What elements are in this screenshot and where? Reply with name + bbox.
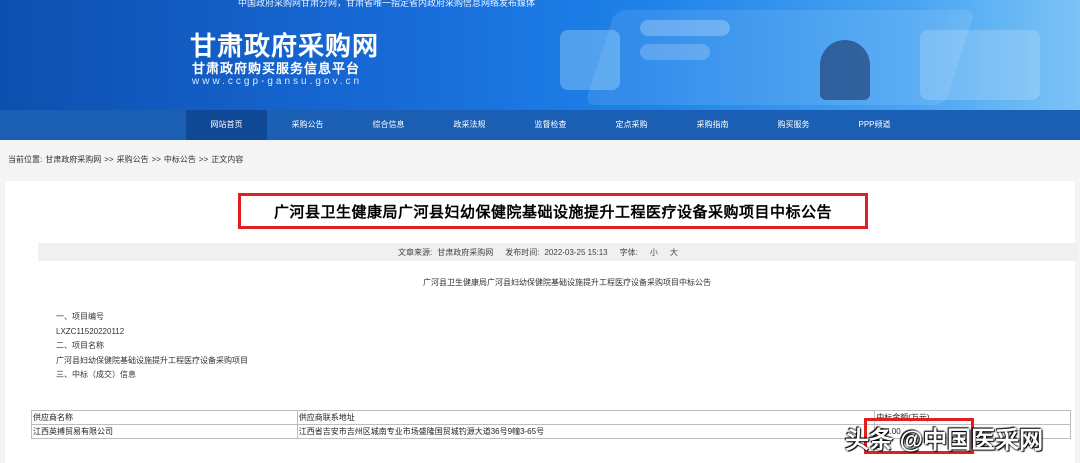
- header-notice: 中国政府采购网甘肃分网，甘肃省唯一指定省内政府采购信息网络发布媒体: [238, 0, 536, 8]
- project-number: LXZC11520220112: [56, 326, 125, 336]
- banner-decoration: [640, 44, 710, 60]
- table-header-cell: 供应商联系地址: [296, 410, 876, 425]
- project-name: 广河县妇幼保健院基础设施提升工程医疗设备采购项目: [56, 355, 248, 365]
- nav-item-supervision[interactable]: 监督检查: [510, 110, 591, 140]
- article-subtitle: 广河县卫生健康局广河县妇幼保健院基础设施提升工程医疗设备采购项目中标公告: [423, 278, 711, 287]
- watermark: 头条 @中国医采网: [845, 427, 1044, 454]
- site-url: www.ccgp-gansu.gov.cn: [192, 76, 363, 87]
- nav-item-service-purchase[interactable]: 购买服务: [753, 110, 834, 140]
- nav-item-general-info[interactable]: 综合信息: [348, 110, 429, 140]
- article-title-highlight: 广河县卫生健康局广河县妇幼保健院基础设施提升工程医疗设备采购项目中标公告: [238, 193, 868, 229]
- section-heading: 三、中标（成交）信息: [56, 370, 136, 379]
- table-header-cell: 供应商名称: [31, 410, 298, 425]
- breadcrumb: 当前位置: 甘肃政府采购网 >> 采购公告 >> 中标公告 >> 正文内容: [0, 140, 1080, 180]
- nav-item-designated-procurement[interactable]: 定点采购: [591, 110, 672, 140]
- nav-item-home[interactable]: 网站首页: [186, 110, 267, 140]
- main-nav: 网站首页 采购公告 综合信息 政采法规 监督检查 定点采购 采购指南 购买服务 …: [0, 110, 1080, 140]
- supplier-address-cell: 江西省吉安市吉州区城南专业市场盛隆国贸城钓源大道36号9幢3-65号: [296, 424, 876, 439]
- meta-source: 甘肃政府采购网: [437, 247, 494, 257]
- breadcrumb-link-home[interactable]: 甘肃政府采购网: [45, 140, 101, 180]
- article-title: 广河县卫生健康局广河县妇幼保健院基础设施提升工程医疗设备采购项目中标公告: [273, 203, 832, 221]
- nav-item-regulations[interactable]: 政采法规: [429, 110, 510, 140]
- breadcrumb-link-procurement[interactable]: 采购公告: [117, 140, 149, 180]
- meta-time-label: 发布时间:: [505, 247, 540, 257]
- breadcrumb-separator: >>: [198, 155, 209, 164]
- section-heading: 二、项目名称: [56, 341, 104, 350]
- supplier-name-cell: 江西英搏贸易有限公司: [31, 424, 298, 439]
- breadcrumb-current: 正文内容: [211, 155, 244, 164]
- meta-font-label: 字体:: [619, 247, 638, 257]
- font-size-large-button[interactable]: 大: [670, 247, 678, 258]
- banner-decoration: [640, 20, 730, 36]
- nav-item-procurement-notice[interactable]: 采购公告: [267, 110, 348, 140]
- meta-source-label: 文章来源:: [398, 247, 433, 257]
- article-body: 一、项目编号 LXZC11520220112 二、项目名称 广河县妇幼保健院基础…: [56, 310, 248, 383]
- nav-item-ppp[interactable]: PPP频道: [834, 110, 915, 140]
- section-heading: 一、项目编号: [56, 312, 104, 321]
- site-header-banner: 中国政府采购网甘肃分网，甘肃省唯一指定省内政府采购信息网络发布媒体 甘肃政府采购…: [0, 0, 1080, 110]
- breadcrumb-link-award[interactable]: 中标公告: [164, 140, 196, 180]
- site-logo-subtitle: 甘肃政府购买服务信息平台: [192, 61, 361, 76]
- breadcrumb-separator: >>: [104, 155, 114, 164]
- banner-decoration: [920, 30, 1040, 100]
- nav-item-guide[interactable]: 采购指南: [672, 110, 753, 140]
- banner-decoration: [560, 30, 620, 90]
- article-meta-bar: 文章来源: 甘肃政府采购网 发布时间: 2022-03-25 15:13 字体:…: [38, 243, 1078, 261]
- breadcrumb-prefix: 当前位置:: [8, 155, 43, 164]
- meta-time: 2022-03-25 15:13: [544, 247, 608, 257]
- banner-illustration: [820, 40, 870, 100]
- breadcrumb-separator: >>: [151, 155, 161, 164]
- font-size-small-button[interactable]: 小: [650, 247, 658, 258]
